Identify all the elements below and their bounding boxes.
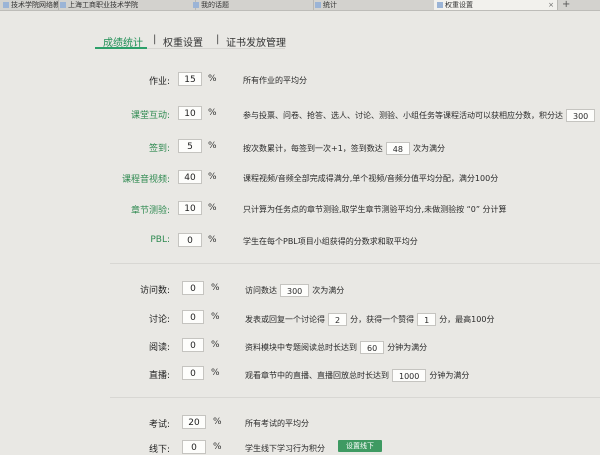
weight-label-course-media: 课程音视频: bbox=[121, 175, 170, 185]
nav-separator: | bbox=[153, 34, 157, 45]
visit-count-input[interactable]: 300 bbox=[280, 284, 310, 297]
weight-input-homework[interactable]: 15 bbox=[178, 72, 202, 86]
new-tab-icon[interactable]: + bbox=[562, 0, 570, 10]
weight-label-chapter-quiz: 章节测验: bbox=[130, 206, 170, 216]
weight-label-reading: 阅读: bbox=[148, 343, 170, 353]
weight-desc-course-media: 课程视频/音频全部完成得满分,单个视频/音频分值平均分配，满分100分 bbox=[243, 174, 499, 183]
page-icon bbox=[3, 2, 9, 8]
weight-input-reading[interactable]: 0 bbox=[182, 338, 204, 352]
tab-weight-settings[interactable]: 权重设置 bbox=[163, 34, 203, 49]
close-tab-icon[interactable]: × bbox=[548, 0, 554, 10]
weight-input-exam[interactable]: 20 bbox=[182, 415, 206, 429]
desc-text: 分钟为满分 bbox=[429, 371, 470, 380]
browser-tab-label: 上海工商职业技术学院 bbox=[68, 1, 138, 9]
weight-input-live[interactable]: 0 bbox=[182, 366, 204, 380]
browser-tab-label: 权重设置 bbox=[445, 1, 473, 9]
offline-settings-button[interactable]: 设置线下 bbox=[338, 440, 382, 452]
browser-tab-label: 我的话题 bbox=[201, 1, 229, 9]
weight-desc-reading: 资料模块中专题阅读总时长达到 60 分钟为满分 bbox=[245, 341, 427, 354]
interaction-threshold-input[interactable]: 300 bbox=[566, 109, 596, 122]
desc-text: 资料模块中专题阅读总时长达到 bbox=[245, 343, 357, 352]
settings-nav: 成绩统计 | 权重设置 | 证书发放管理 bbox=[95, 30, 286, 49]
active-tab-underline bbox=[95, 47, 147, 49]
browser-tab-strip: 技术学院网络教... 上海工商职业技术学院 我的话题 统计 权重设置 × + bbox=[0, 0, 600, 11]
desc-text: 分，获得一个赞得 bbox=[350, 315, 415, 324]
percent-sign: % bbox=[213, 417, 222, 427]
reading-minutes-input[interactable]: 60 bbox=[360, 341, 385, 354]
browser-tab-5-active[interactable]: 权重设置 × bbox=[434, 0, 558, 10]
weight-label-class-interaction: 课堂互动: bbox=[130, 111, 170, 121]
weight-input-visits[interactable]: 0 bbox=[182, 281, 204, 295]
weight-label-pbl: PBL: bbox=[150, 235, 170, 245]
desc-text: 次为满分 bbox=[412, 144, 445, 153]
discussion-points-input[interactable]: 2 bbox=[328, 313, 348, 326]
weight-desc-checkin: 按次数累计，每签到一次+1，签到数达 48 次为满分 bbox=[243, 142, 445, 155]
weight-input-course-media[interactable]: 40 bbox=[178, 170, 202, 184]
desc-text: 按次数累计，每签到一次+1，签到数达 bbox=[243, 144, 383, 153]
weight-input-pbl[interactable]: 0 bbox=[178, 233, 202, 247]
weight-input-offline[interactable]: 0 bbox=[182, 440, 206, 454]
percent-sign: % bbox=[211, 340, 220, 350]
desc-text: 分钟为满分 bbox=[387, 343, 428, 352]
tab-certificate-management[interactable]: 证书发放管理 bbox=[226, 34, 286, 49]
weight-label-live: 直播: bbox=[148, 371, 170, 381]
percent-sign: % bbox=[213, 442, 222, 452]
section-divider bbox=[110, 263, 600, 264]
browser-tab-1[interactable]: 技术学院网络教... bbox=[0, 0, 59, 10]
weight-desc-discussion: 发表或回复一个讨论得 2 分，获得一个赞得 1 分，最高100分 bbox=[245, 313, 494, 326]
percent-sign: % bbox=[208, 235, 217, 245]
weight-desc-chapter-quiz: 只计算为任务点的章节测验,取学生章节测验平均分,未做测验按 “0” 分计算 bbox=[243, 205, 507, 214]
section-divider bbox=[110, 397, 600, 398]
percent-sign: % bbox=[211, 312, 220, 322]
weight-label-offline: 线下: bbox=[148, 445, 170, 455]
weight-desc-homework: 所有作业的平均分 bbox=[243, 76, 307, 85]
browser-tab-4[interactable]: 统计 bbox=[312, 0, 436, 10]
page-icon bbox=[315, 2, 321, 8]
weight-label-homework: 作业: bbox=[148, 77, 170, 87]
weight-input-discussion[interactable]: 0 bbox=[182, 310, 204, 324]
like-points-input[interactable]: 1 bbox=[417, 313, 437, 326]
checkin-count-input[interactable]: 48 bbox=[385, 142, 410, 155]
percent-sign: % bbox=[208, 141, 217, 151]
browser-tab-label: 统计 bbox=[323, 1, 337, 9]
desc-text: 次为满分 bbox=[312, 286, 345, 295]
weight-label-exam: 考试: bbox=[148, 420, 170, 430]
weight-label-discussion: 讨论: bbox=[148, 315, 170, 325]
desc-text: 访问数达 bbox=[245, 286, 277, 295]
weight-input-class-interaction[interactable]: 10 bbox=[178, 106, 202, 120]
browser-tab-3[interactable]: 我的话题 bbox=[190, 0, 314, 10]
weight-desc-exam: 所有考试的平均分 bbox=[245, 419, 309, 428]
page-icon bbox=[193, 2, 199, 8]
browser-tab-2[interactable]: 上海工商职业技术学院 bbox=[57, 0, 196, 10]
live-minutes-input[interactable]: 1000 bbox=[392, 369, 427, 382]
weight-input-checkin[interactable]: 5 bbox=[178, 139, 202, 153]
percent-sign: % bbox=[211, 283, 220, 293]
weight-label-checkin: 签到: bbox=[148, 144, 170, 154]
weight-desc-live: 观看章节中的直播、直播回放总时长达到 1000 分钟为满分 bbox=[245, 369, 469, 382]
percent-sign: % bbox=[211, 368, 220, 378]
percent-sign: % bbox=[208, 172, 217, 182]
weight-desc-offline: 学生线下学习行为积分 bbox=[245, 444, 325, 453]
percent-sign: % bbox=[208, 74, 217, 84]
browser-tab-label: 技术学院网络教... bbox=[11, 1, 59, 9]
percent-sign: % bbox=[208, 203, 217, 213]
desc-text: 参与投票、问卷、抢答、选人、讨论、测验、小组任务等课程活动可以获相应分数，积分达 bbox=[243, 111, 563, 120]
weight-desc-class-interaction: 参与投票、问卷、抢答、选人、讨论、测验、小组任务等课程活动可以获相应分数，积分达… bbox=[243, 109, 598, 122]
desc-text: 发表或回复一个讨论得 bbox=[245, 315, 325, 324]
page-icon bbox=[60, 2, 66, 8]
weight-input-chapter-quiz[interactable]: 10 bbox=[178, 201, 202, 215]
desc-text: 分，最高100分 bbox=[439, 315, 495, 324]
weight-desc-visits: 访问数达 300 次为满分 bbox=[245, 284, 344, 297]
percent-sign: % bbox=[208, 108, 217, 118]
desc-text: 观看章节中的直播、直播回放总时长达到 bbox=[245, 371, 389, 380]
page-icon bbox=[437, 2, 443, 8]
nav-separator: | bbox=[216, 34, 220, 45]
weight-label-visits: 访问数: bbox=[139, 286, 170, 296]
weight-desc-pbl: 学生在每个PBL项目小组获得的分数求和取平均分 bbox=[243, 237, 418, 246]
